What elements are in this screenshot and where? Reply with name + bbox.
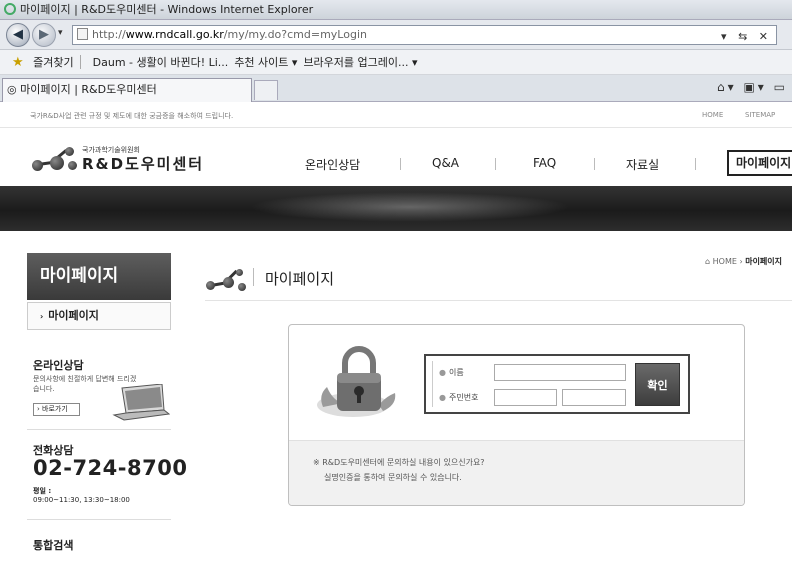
nav-divider <box>695 158 696 170</box>
confirm-button[interactable]: 확인 <box>635 363 680 406</box>
back-button[interactable]: ◀ <box>6 23 30 47</box>
new-tab-button[interactable] <box>254 80 278 100</box>
nav-online-consult[interactable]: 온라인상담 <box>305 156 360 173</box>
logo-icon[interactable] <box>32 147 77 172</box>
window-title: 마이페이지 | R&D도우미센터 - Windows Internet Expl… <box>20 3 314 16</box>
divider <box>205 300 792 301</box>
site-tagline: 국가R&D사업 관련 규정 및 제도에 대한 궁금증을 해소하여 드립니다. <box>30 112 234 120</box>
favorites-bar: ★ 즐겨찾기 Daum - 생활이 바뀐다! Li... 추천 사이트 ▾ 브라우저를… <box>0 50 792 75</box>
online-consult-button[interactable]: › 바로가기 <box>33 403 80 416</box>
login-form: ● 이름 ● 주민번호 확인 <box>424 354 690 414</box>
notice-area: ※ R&D도우미센터에 문의하실 내용이 있으신가요? 실명인증을 통하여 문의… <box>289 440 744 505</box>
notice-line-2: 실명인증을 통하여 문의하실 수 있습니다. <box>324 473 462 482</box>
nav-archive[interactable]: 자료실 <box>626 156 659 173</box>
utility-bar: 국가R&D사업 관련 규정 및 제도에 대한 궁금증을 해소하여 드립니다. H… <box>0 102 792 128</box>
history-dropdown[interactable]: ▾ <box>58 28 63 38</box>
favorites-button[interactable]: ★ 즐겨찾기 <box>6 55 74 70</box>
nav-divider <box>400 158 401 170</box>
divider <box>27 519 171 520</box>
favorite-link-suggested[interactable]: 추천 사이트 ▾ <box>234 56 297 69</box>
online-consult-title: 온라인상담 <box>33 359 84 372</box>
favorite-link-upgrade[interactable]: 브라우저를 업그레이... ▾ <box>303 56 417 69</box>
breadcrumb-current: 마이페이지 <box>745 257 783 266</box>
sidebar-item-mypage[interactable]: › 마이페이지 <box>27 302 171 330</box>
notice-line-1: ※ R&D도우미센터에 문의하실 내용이 있으신가요? <box>313 458 485 467</box>
padlock-icon <box>317 346 396 417</box>
logo-title[interactable]: R&D도우미센터 <box>82 153 204 174</box>
home-icon[interactable]: ⌂▾ <box>717 80 737 94</box>
nav-mypage[interactable]: 마이페이지 <box>727 150 792 176</box>
home-icon: ⌂ <box>705 257 711 266</box>
forward-icon: ▶ <box>39 27 49 42</box>
hours-label: 평일 : <box>33 487 52 495</box>
resident-number-first-input[interactable] <box>494 389 557 406</box>
address-controls[interactable]: ▾ ⇆ ✕ <box>721 28 772 44</box>
name-input[interactable] <box>494 364 626 381</box>
print-icon[interactable]: ▭ <box>774 80 788 94</box>
util-link-sitemap[interactable]: SITEMAP <box>745 111 775 119</box>
page-title: 마이페이지 <box>265 270 335 288</box>
breadcrumb-home[interactable]: HOME <box>713 257 737 266</box>
feed-icon[interactable]: ▣▾ <box>743 80 766 94</box>
phone-number: 02-724-8700 <box>33 456 188 480</box>
nav-faq[interactable]: FAQ <box>533 156 556 170</box>
divider <box>79 55 81 69</box>
name-label: ● 이름 <box>439 368 464 377</box>
window-titlebar: 마이페이지 | R&D도우미센터 - Windows Internet Expl… <box>0 0 792 20</box>
util-link-home[interactable]: HOME <box>702 111 723 119</box>
resident-number-label: ● 주민번호 <box>439 393 479 402</box>
header-banner <box>0 186 792 231</box>
ie-icon: ◎ <box>7 83 17 96</box>
bullet-icon: › <box>40 312 44 321</box>
title-molecule-icon <box>206 267 246 293</box>
tab-bar: ◎ 마이페이지 | R&D도우미센터 ⌂▾ ▣▾ ▭ <box>0 75 792 102</box>
hours-text: 09:00~11:30, 13:30~18:00 <box>33 496 130 504</box>
laptop-icon <box>112 384 170 421</box>
divider <box>27 429 171 430</box>
nav-qna[interactable]: Q&A <box>432 156 459 170</box>
nav-divider <box>495 158 496 170</box>
integrated-search-title: 통합검색 <box>33 539 74 552</box>
back-icon: ◀ <box>13 27 23 42</box>
ie-icon <box>4 3 16 15</box>
forward-button[interactable]: ▶ <box>32 23 56 47</box>
browser-tab[interactable]: ◎ 마이페이지 | R&D도우미센터 <box>2 78 252 102</box>
star-icon: ★ <box>12 55 24 70</box>
breadcrumb: ⌂ HOME › 마이페이지 <box>705 257 783 266</box>
nav-divider <box>594 158 595 170</box>
resident-number-second-input[interactable] <box>562 389 626 406</box>
page-icon <box>77 28 88 40</box>
address-bar[interactable]: http://www.rndcall.go.kr/my/my.do?cmd=my… <box>72 25 777 45</box>
address-toolbar: ◀ ▶ ▾ http://www.rndcall.go.kr/my/my.do?… <box>0 20 792 50</box>
favorite-link-daum[interactable]: Daum - 생활이 바뀐다! Li... <box>93 56 229 69</box>
title-divider <box>253 268 254 286</box>
command-bar[interactable]: ⌂▾ ▣▾ ▭ <box>717 80 788 94</box>
login-box: ● 이름 ● 주민번호 확인 ※ R&D도우미센터에 문의하실 내용이 있으신가요?… <box>288 324 745 506</box>
sidebar-title: 마이페이지 <box>27 253 171 300</box>
